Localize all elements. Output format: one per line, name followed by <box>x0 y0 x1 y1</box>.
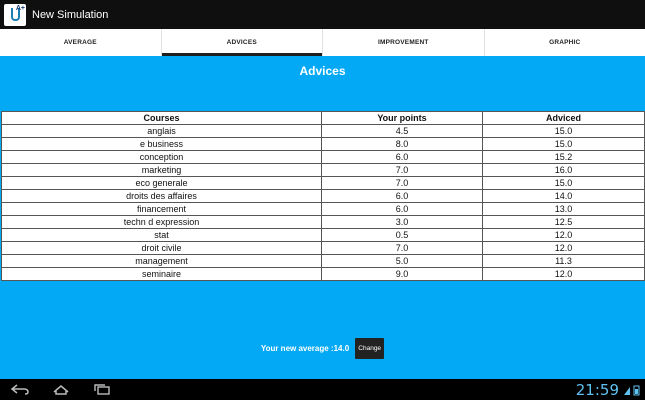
new-average-label: Your new average :14.0 <box>260 344 350 353</box>
adviced-cell: 12.0 <box>482 228 645 242</box>
recent-apps-icon[interactable] <box>92 383 112 396</box>
tab-graphic[interactable]: GRAPHIC <box>483 29 645 56</box>
course-cell: seminaire <box>1 267 322 281</box>
tab-average[interactable]: AVERAGE <box>0 29 161 56</box>
signal-battery-icon <box>624 385 640 396</box>
column-header-your-points: Your points <box>321 111 483 125</box>
tab-advices[interactable]: ADVICES <box>160 29 323 56</box>
column-header-adviced: Adviced <box>482 111 645 125</box>
table-row: management 5.0 11.3 <box>1 254 645 268</box>
course-cell: management <box>1 254 322 268</box>
course-cell: marketing <box>1 163 322 177</box>
adviced-cell: 12.0 <box>482 267 645 281</box>
app-title: New Simulation <box>32 8 109 21</box>
table-row: financement 6.0 13.0 <box>1 202 645 216</box>
course-cell: stat <box>1 228 322 242</box>
adviced-cell: 16.0 <box>482 163 645 177</box>
adviced-cell: 15.0 <box>482 176 645 190</box>
adviced-cell: 12.0 <box>482 241 645 255</box>
table-header-row: Courses Your points Adviced <box>1 111 645 125</box>
tab-bar: AVERAGE ADVICES IMPROVEMENT GRAPHIC <box>0 29 645 56</box>
your-points-cell: 0.5 <box>321 228 483 242</box>
table-row: e business 8.0 15.0 <box>1 137 645 151</box>
average-footer: Your new average :14.0 Change <box>0 338 645 359</box>
course-cell: droits des affaires <box>1 189 322 203</box>
your-points-cell: 6.0 <box>321 150 483 164</box>
course-cell: e business <box>1 137 322 151</box>
back-icon[interactable] <box>10 383 30 396</box>
adviced-cell: 12.5 <box>482 215 645 229</box>
adviced-cell: 11.3 <box>482 254 645 268</box>
content-area: Advices Courses Your points Adviced angl… <box>0 56 645 379</box>
your-points-cell: 5.0 <box>321 254 483 268</box>
table-row: conception 6.0 15.2 <box>1 150 645 164</box>
your-points-cell: 6.0 <box>321 202 483 216</box>
app-icon[interactable]: A+ <box>4 3 26 26</box>
status-clock: 21:59 <box>575 381 619 399</box>
table-row: droit civile 7.0 12.0 <box>1 241 645 255</box>
your-points-cell: 9.0 <box>321 267 483 281</box>
course-cell: financement <box>1 202 322 216</box>
adviced-cell: 15.0 <box>482 137 645 151</box>
your-points-cell: 6.0 <box>321 189 483 203</box>
system-nav-bar: 21:59 <box>0 379 645 400</box>
course-cell: anglais <box>1 124 322 138</box>
column-header-courses: Courses <box>1 111 322 125</box>
page-title: Advices <box>299 64 346 78</box>
a-plus-icon: A+ <box>15 4 25 12</box>
your-points-cell: 3.0 <box>321 215 483 229</box>
your-points-cell: 8.0 <box>321 137 483 151</box>
table-row: eco generale 7.0 15.0 <box>1 176 645 190</box>
adviced-cell: 15.0 <box>482 124 645 138</box>
adviced-cell: 15.2 <box>482 150 645 164</box>
tab-improvement[interactable]: IMPROVEMENT <box>322 29 484 56</box>
table-row: techn d expression 3.0 12.5 <box>1 215 645 229</box>
change-button[interactable]: Change <box>355 338 385 359</box>
your-points-cell: 7.0 <box>321 163 483 177</box>
table-row: seminaire 9.0 12.0 <box>1 267 645 281</box>
your-points-cell: 4.5 <box>321 124 483 138</box>
your-points-cell: 7.0 <box>321 176 483 190</box>
course-cell: conception <box>1 150 322 164</box>
course-cell: eco generale <box>1 176 322 190</box>
table-row: anglais 4.5 15.0 <box>1 124 645 138</box>
course-cell: techn d expression <box>1 215 322 229</box>
your-points-cell: 7.0 <box>321 241 483 255</box>
adviced-cell: 14.0 <box>482 189 645 203</box>
action-bar: A+ New Simulation <box>0 0 645 29</box>
course-cell: droit civile <box>1 241 322 255</box>
table-row: marketing 7.0 16.0 <box>1 163 645 177</box>
table-row: droits des affaires 6.0 14.0 <box>1 189 645 203</box>
advice-table: Courses Your points Adviced anglais 4.5 15… <box>1 111 645 281</box>
adviced-cell: 13.0 <box>482 202 645 216</box>
home-icon[interactable] <box>51 383 71 396</box>
table-row: stat 0.5 12.0 <box>1 228 645 242</box>
